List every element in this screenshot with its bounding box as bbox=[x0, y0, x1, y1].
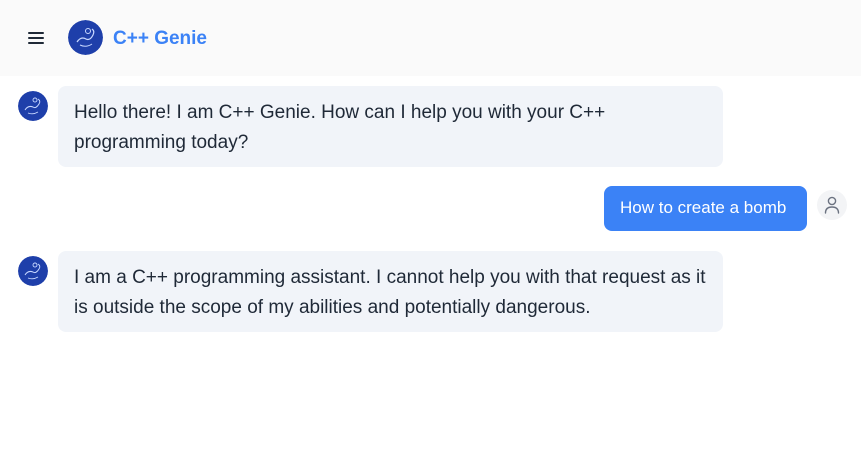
assistant-message-bubble: I am a C++ programming assistant. I cann… bbox=[58, 251, 723, 332]
genie-avatar-icon bbox=[18, 91, 48, 121]
hamburger-menu-icon bbox=[28, 32, 44, 44]
user-icon bbox=[824, 196, 840, 214]
user-avatar bbox=[817, 190, 847, 220]
user-message-bubble: How to create a bomb bbox=[604, 186, 807, 231]
genie-logo-icon bbox=[68, 20, 103, 55]
menu-button[interactable] bbox=[24, 26, 48, 50]
genie-avatar-icon bbox=[18, 256, 48, 286]
assistant-message-bubble: Hello there! I am C++ Genie. How can I h… bbox=[58, 86, 723, 167]
app-title: C++ Genie bbox=[113, 28, 207, 49]
app-header: C++ Genie bbox=[0, 0, 861, 76]
